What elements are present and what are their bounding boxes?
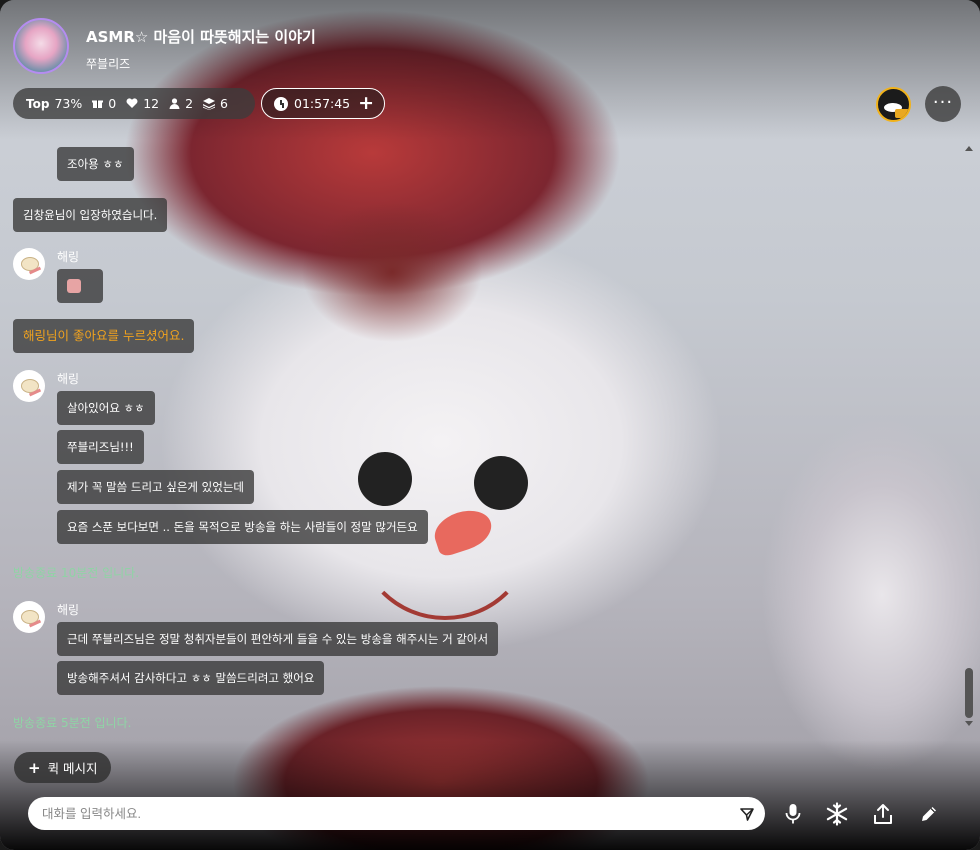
layers-icon [203, 97, 216, 110]
scroll-up-arrow[interactable] [965, 146, 973, 151]
layer-count: 6 [220, 96, 228, 111]
user-avatar[interactable] [13, 601, 45, 633]
chat-message [57, 269, 103, 303]
system-notice: 방송종료 10분전 입니다. [13, 566, 140, 580]
like-count: 12 [143, 96, 160, 111]
share-icon [874, 804, 892, 824]
listener-avatar[interactable] [876, 87, 911, 122]
snowflake-button[interactable] [823, 800, 851, 828]
quick-message-button[interactable]: + 퀵 메시지 [14, 752, 111, 783]
live-stats[interactable]: Top 73% 0 12 2 6 [13, 88, 255, 119]
live-title: ASMR☆ 마음이 따뜻해지는 이야기 [86, 28, 316, 46]
microphone-button[interactable] [779, 800, 807, 828]
edit-button[interactable] [915, 800, 943, 828]
bottom-shade [0, 740, 980, 850]
chat-message: 조아용 ㅎㅎ [57, 147, 134, 181]
quick-message-label: 퀵 메시지 [47, 761, 98, 776]
person-icon [169, 98, 180, 109]
rank-stat: 73% [54, 96, 82, 111]
chat-message: 쭈블리즈님!!! [57, 430, 144, 464]
pencil-icon [922, 807, 936, 821]
listener-count: 2 [185, 96, 194, 111]
clock-icon [274, 96, 288, 111]
like-stat: 12 [126, 96, 159, 111]
live-header: ASMR☆ 마음이 따뜻해지는 이야기 쭈블리즈 Top 73% 0 12 2 … [0, 0, 980, 130]
timer-value: 01:57:45 [294, 96, 351, 111]
rank-label: Top [26, 96, 50, 111]
host-name[interactable]: 쭈블리즈 [86, 55, 130, 72]
scroll-down-arrow[interactable] [965, 721, 973, 726]
microphone-icon [785, 804, 801, 824]
plus-icon: + [28, 758, 41, 777]
scrollbar-thumb[interactable] [965, 668, 973, 718]
chat-input-bar [28, 797, 765, 830]
user-avatar[interactable] [13, 248, 45, 280]
chat-message: 살아있어요 ㅎㅎ [57, 391, 155, 425]
chat-message: 제가 꼭 말씀 드리고 싶은게 있었는데 [57, 470, 254, 504]
user-avatar[interactable] [13, 370, 45, 402]
layer-stat: 6 [203, 96, 228, 111]
heart-icon [126, 98, 138, 108]
send-icon[interactable] [740, 807, 754, 821]
user-name[interactable]: 해링 [57, 601, 79, 618]
more-icon: ··· [932, 92, 954, 113]
chat-message: 요즘 스푼 보다보면 .. 돈을 목적으로 방송을 하는 사람들이 정말 많거든… [57, 510, 428, 544]
user-name[interactable]: 해링 [57, 248, 79, 265]
plus-icon: + [358, 92, 375, 114]
user-name[interactable]: 해링 [57, 370, 79, 387]
gift-count: 0 [108, 96, 117, 111]
person-emoji-icon [67, 278, 81, 293]
share-button[interactable] [869, 800, 897, 828]
rank-value: 73% [54, 96, 83, 111]
host-avatar[interactable] [13, 18, 69, 74]
snowflake-icon [826, 802, 848, 826]
entry-notice: 김창윤님이 입장하였습니다. [13, 198, 168, 232]
gift-stat: 0 [92, 96, 116, 111]
gift-icon [92, 100, 104, 108]
chat-list[interactable]: 조아용 ㅎㅎ 김창윤님이 입장하였습니다. 해링 해링님이 좋아요를 누르셨어요… [0, 140, 960, 740]
more-button[interactable]: ··· [925, 86, 961, 122]
timer-button[interactable]: 01:57:45 + [261, 88, 385, 119]
chat-message: 방송해주셔서 감사하다고 ㅎㅎ 말씀드리려고 했어요 [57, 661, 325, 695]
chat-input[interactable] [28, 797, 728, 830]
listener-stat: 2 [169, 96, 193, 111]
chat-message: 근데 쭈블리즈님은 정말 청취자분들이 편안하게 들을 수 있는 방송을 해주시… [57, 622, 499, 656]
like-notice: 해링님이 좋아요를 누르셨어요. [13, 319, 195, 353]
system-notice: 방송종료 5분전 입니다. [13, 716, 132, 730]
